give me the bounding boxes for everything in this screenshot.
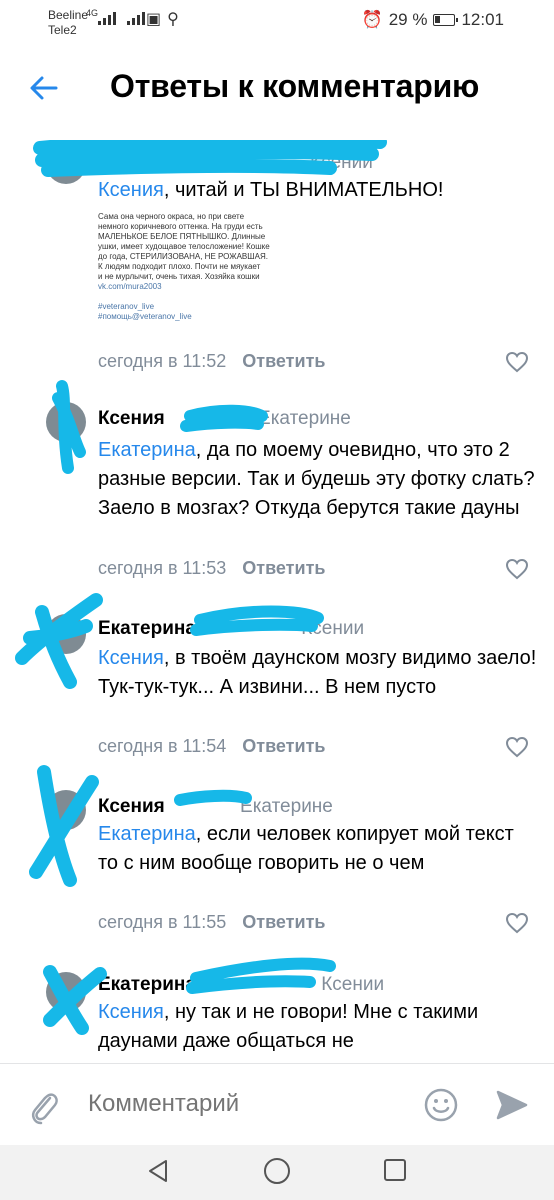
heart-icon[interactable] (505, 558, 529, 580)
comment-header: Ксения Екатерине (98, 408, 351, 430)
carrier-2: Tele2 (48, 23, 77, 37)
carrier-names: Beeline Tele2 (48, 8, 88, 38)
comment-time: сегодня в 11:55 (98, 912, 227, 932)
comment-text: Ксения, читай и ТЫ ВНИМАТЕЛЬНО! (98, 176, 538, 205)
avatar[interactable] (46, 790, 86, 830)
comment-header: Ксении (98, 152, 373, 174)
page-title: Ответы к комментарию (110, 68, 480, 104)
comment-meta: сегодня в 11:53 Ответить (98, 558, 325, 579)
nfc-icon: ▣ (146, 11, 162, 28)
nav-home-icon[interactable] (264, 1158, 290, 1184)
comment-text: Екатерина, да по моему очевидно, что это… (98, 436, 538, 523)
heart-icon[interactable] (505, 912, 529, 934)
comment-header: Екатерина Ксении (98, 618, 364, 640)
comment-author[interactable]: Ксения (98, 408, 165, 429)
status-bar: Beeline Tele2 4G ▣ ⚲ ⏰ 29 % 12:01 (0, 0, 554, 44)
reply-button[interactable]: Ответить (242, 736, 325, 756)
comment-reply-to: Екатерине (258, 408, 351, 429)
status-icons: ▣ ⚲ (146, 9, 179, 29)
system-nav-bar (0, 1145, 554, 1200)
comment-reply-to: Екатерине (240, 796, 333, 817)
attached-image[interactable]: Сама она черного окраса, но при свете не… (98, 212, 298, 352)
signal-icon-2 (127, 12, 145, 25)
comment-text: Екатерина, если человек копирует мой тек… (98, 820, 538, 878)
comment-author[interactable]: Ксения (98, 796, 165, 817)
comment-input[interactable] (88, 1090, 408, 1118)
arrow-left-icon[interactable] (26, 70, 62, 106)
avatar[interactable] (46, 144, 86, 184)
comment-reply-to: Ксении (321, 974, 385, 995)
comment-meta: сегодня в 11:55 Ответить (98, 912, 325, 933)
signal-icon (98, 12, 116, 25)
heart-icon[interactable] (505, 736, 529, 758)
avatar[interactable] (46, 402, 86, 442)
comment-reply-to: Ксении (310, 152, 373, 173)
mention-link[interactable]: Екатерина (98, 439, 196, 461)
mention-link[interactable]: Ксения (98, 647, 164, 669)
search-icon: ⚲ (167, 11, 179, 28)
app-header: Ответы к комментарию (0, 56, 554, 120)
mention-link[interactable]: Ксения (98, 1001, 164, 1023)
comment-text: Ксения, ну так и не говори! Мне с такими… (98, 998, 538, 1056)
comment-body: , читай и ТЫ ВНИМАТЕЛЬНО! (163, 179, 444, 201)
comment-time: сегодня в 11:52 (98, 351, 227, 371)
battery-percent: 29 % (388, 10, 428, 29)
send-icon[interactable] (496, 1090, 528, 1120)
attachment-tag: #veteranov_live (98, 302, 155, 311)
paperclip-icon[interactable] (28, 1086, 60, 1126)
mention-link[interactable]: Екатерина (98, 823, 196, 845)
comment-header: Ксения Екатерине (98, 796, 333, 818)
comments-list: Ксении Ксения, читай и ТЫ ВНИМАТЕЛЬНО! С… (0, 140, 554, 1060)
comment-reply-to: Ксении (301, 618, 365, 639)
comment-composer (0, 1063, 554, 1145)
attachment-tag: #помощь@veteranov_live (98, 312, 192, 321)
reply-button[interactable]: Ответить (242, 558, 325, 578)
heart-icon[interactable] (505, 351, 529, 373)
carrier-1: Beeline (48, 8, 89, 22)
clock: 12:01 (461, 10, 504, 29)
avatar[interactable] (46, 972, 86, 1012)
attachment-text: Сама она черного окраса, но при свете не… (98, 212, 270, 281)
comment-time: сегодня в 11:53 (98, 558, 227, 578)
reply-button[interactable]: Ответить (242, 912, 325, 932)
comment-author[interactable]: Екатерина (98, 974, 196, 995)
comment-body: , в твоём даунском мозгу видимо заело! Т… (98, 647, 537, 698)
nav-back-icon[interactable] (146, 1158, 170, 1184)
network-type: 4G (86, 8, 99, 18)
comment-author[interactable]: Екатерина (98, 618, 196, 639)
comment-meta: сегодня в 11:52 Ответить (98, 351, 325, 372)
mention-link[interactable]: Ксения (98, 179, 164, 201)
reply-button[interactable]: Ответить (242, 351, 325, 371)
comment-time: сегодня в 11:54 (98, 736, 227, 756)
battery-icon (433, 14, 459, 26)
avatar[interactable] (46, 614, 86, 654)
status-right: ⏰ 29 % 12:01 (362, 10, 504, 30)
attachment-link: vk.com/mura2003 (98, 282, 162, 291)
comment-meta: сегодня в 11:54 Ответить (98, 736, 325, 757)
alarm-icon: ⏰ (361, 10, 383, 29)
comment-text: Ксения, в твоём даунском мозгу видимо за… (98, 644, 538, 702)
smile-icon[interactable] (424, 1088, 458, 1122)
nav-recents-icon[interactable] (384, 1159, 406, 1181)
comment-header: Екатерина Ксении (98, 974, 384, 996)
